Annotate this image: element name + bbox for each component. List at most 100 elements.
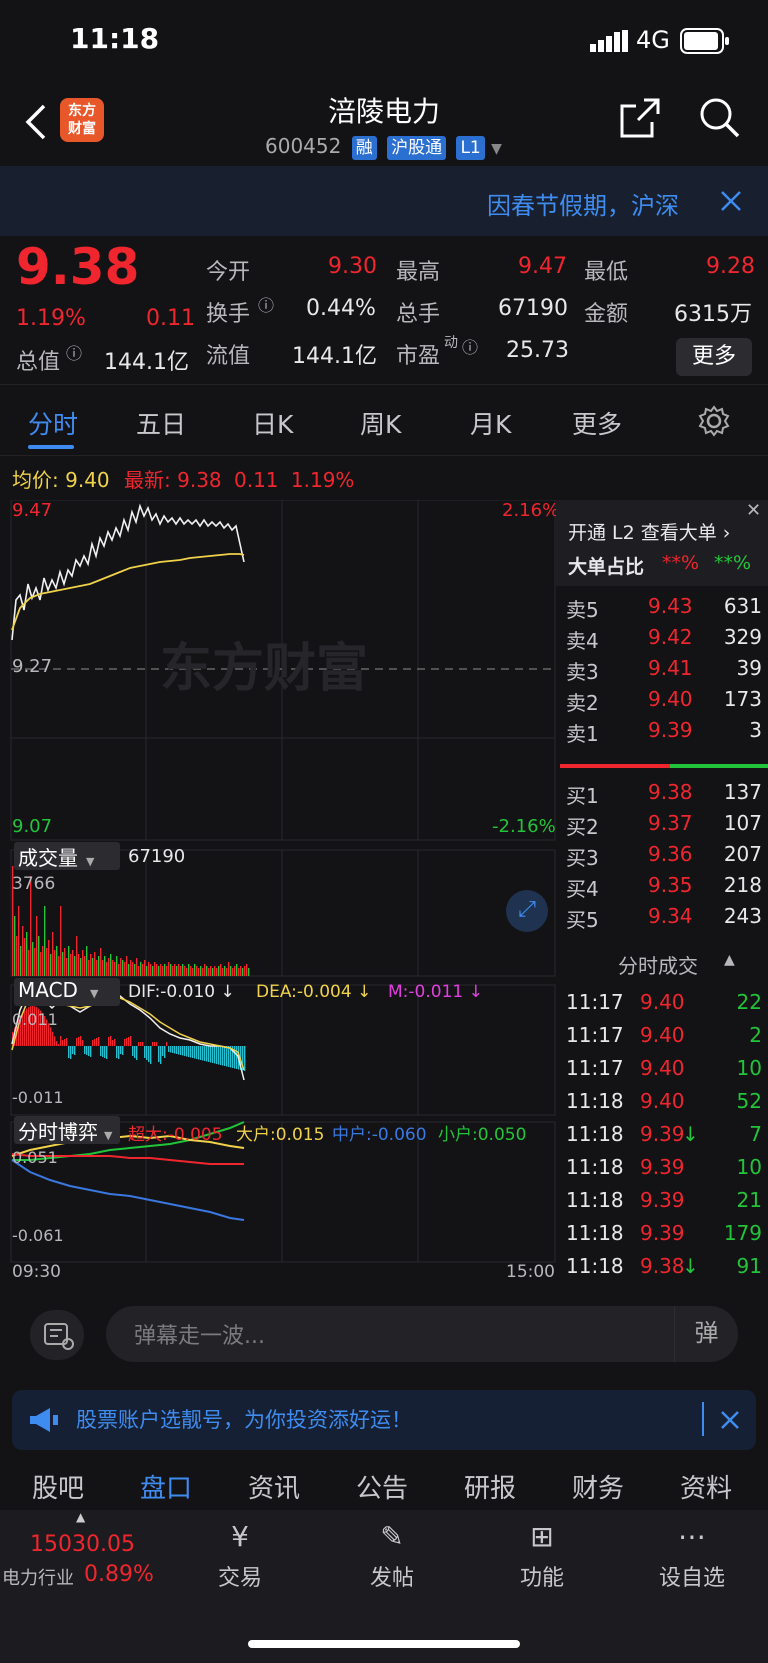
volume-bar [138,966,140,976]
ask-level: 卖3 [566,660,599,684]
volume-bar [222,968,224,976]
volume-bar [200,966,202,976]
ask-level: 卖2 [566,691,599,715]
macd-bar [62,1040,64,1046]
settings-gear-icon[interactable] [698,405,730,437]
macd-bar [52,1031,54,1046]
tab-monthly-k[interactable]: 月K [470,405,511,441]
promo-text: 股票账户选靓号，为你投资添好运！ [76,1408,412,1432]
volume-bar [52,932,54,976]
last-change: 0.11 [234,468,279,492]
last-value: 9.38 [177,468,222,492]
tick-time: 11:17 [566,1023,624,1047]
bid-price: 9.36 [648,842,693,866]
close-icon[interactable] [720,190,742,212]
tab-finance[interactable]: 财务 [572,1468,624,1505]
danmu-input[interactable]: 弹幕走一波... 弹 [106,1306,738,1362]
trade-button[interactable]: ¥ 交易 [180,1520,300,1592]
volume-bar [40,952,42,976]
macd-bar [90,1046,92,1057]
volume-bar [24,938,26,976]
volume-bar [246,964,248,976]
collapse-arrow-icon[interactable]: ▲ [724,952,735,968]
bid-level: 买5 [566,908,599,932]
macd-bar [96,1038,98,1046]
promo-notice[interactable]: 股票账户选靓号，为你投资添好运！ [12,1390,756,1450]
holiday-notice[interactable]: 因春节假期，沪深 [0,166,768,236]
macd-bar [142,1042,144,1046]
ticks-title[interactable]: 分时成交 [618,950,698,979]
tab-profile[interactable]: 资料 [680,1468,732,1505]
danmu-list-icon[interactable] [30,1310,84,1360]
game-bot-label: -0.061 [12,1226,64,1245]
industry-index-value[interactable]: 15030.05 [30,1532,135,1557]
bid-row: 买5 9.34 243 [556,900,768,933]
volume-bar [54,950,56,976]
info-icon[interactable]: ⓘ [258,292,274,316]
volume-bar [92,958,94,976]
bid-volume: 207 [723,842,762,866]
volume-bar [144,960,146,976]
tick-row: 11:18 9.39 179 [556,1217,768,1250]
turnover-value: 0.44% [306,296,376,321]
volume-bar [98,956,100,976]
tick-price: 9.40 [640,990,685,1014]
tab-intraday[interactable]: 分时 [28,405,78,441]
info-icon[interactable]: ⓘ [66,340,82,364]
l2-promo[interactable]: 开通 L2 查看大单 › 大单占比 **% **% ✕ [556,500,768,586]
volume-bar [156,964,158,976]
macd-bar [166,1042,168,1046]
macd-bar [216,1046,218,1064]
price-line [11,503,245,641]
share-icon[interactable] [618,96,662,140]
quote-panel: 9.38 1.19% 0.11 总值 ⓘ 144.1亿 今开 9.30 最高 9… [0,236,768,384]
macd-bar [190,1046,192,1058]
tick-time: 11:18 [566,1221,624,1245]
search-icon[interactable] [698,96,742,140]
functions-button[interactable]: ⊞ 功能 [482,1520,602,1592]
mcap-value: 144.1亿 [104,350,189,375]
tab-news[interactable]: 资讯 [248,1468,300,1505]
tab-forum[interactable]: 股吧 [32,1468,84,1505]
ask-row: 卖2 9.40 173 [556,683,768,716]
volume-bar [46,948,48,976]
macd-bar [186,1046,188,1057]
tick-price: 9.40 [640,1023,685,1047]
volume-bar [178,964,180,976]
volume-bar [236,964,238,976]
volume-indicator-select[interactable]: 成交量 ▼ [14,842,120,870]
info-icon[interactable]: ⓘ [462,334,478,358]
post-button[interactable]: ✎ 发帖 [332,1520,452,1592]
tab-handicap[interactable]: 盘口 [140,1468,192,1505]
more-quote-button[interactable]: 更多 [676,338,752,376]
tab-five-day[interactable]: 五日 [136,405,186,441]
macd-bar [126,1038,128,1046]
close-icon[interactable]: ✕ [746,500,761,521]
volume-bar [242,968,244,976]
pct-top-label: 2.16% [502,500,560,521]
tab-research[interactable]: 研报 [464,1468,516,1505]
tick-row: 11:18 9.40 52 [556,1085,768,1118]
ask-volume: 3 [749,718,762,742]
industry-name[interactable]: 电力行业 [2,1564,74,1590]
game-indicator-select[interactable]: 分时博弈 ▼ [14,1116,120,1144]
macd-bar [84,1046,86,1054]
macd-bar [78,1037,80,1046]
macd-indicator-select[interactable]: MACD ▼ [14,978,120,1006]
macd-bot-label: -0.011 [12,1088,64,1107]
stock-code-row[interactable]: 600452 融 沪股通 L1 ▼ [265,134,502,160]
intraday-chart[interactable]: 东方财富 9.47 2.16% 9.27 9.07 -2.16% 成交量 ▼ 67… [10,500,560,1286]
tab-weekly-k[interactable]: 周K [360,405,401,441]
macd-top-label: 0.011 [12,1010,58,1029]
ask-price: 9.39 [648,718,693,742]
macd-bar [108,1037,110,1046]
danmu-toggle-button[interactable]: 弹 [674,1306,738,1362]
tab-daily-k[interactable]: 日K [252,405,293,441]
close-icon[interactable] [720,1410,740,1430]
tab-more[interactable]: 更多 [572,405,622,441]
add-watchlist-button[interactable]: ⋯ 设自选 [632,1520,752,1592]
small-value: 小户:0.050 [438,1125,527,1145]
tab-announcement[interactable]: 公告 [356,1468,408,1505]
fullscreen-expand-icon[interactable]: ⤢ [506,890,548,932]
turnover-label: 换手 [206,302,251,327]
